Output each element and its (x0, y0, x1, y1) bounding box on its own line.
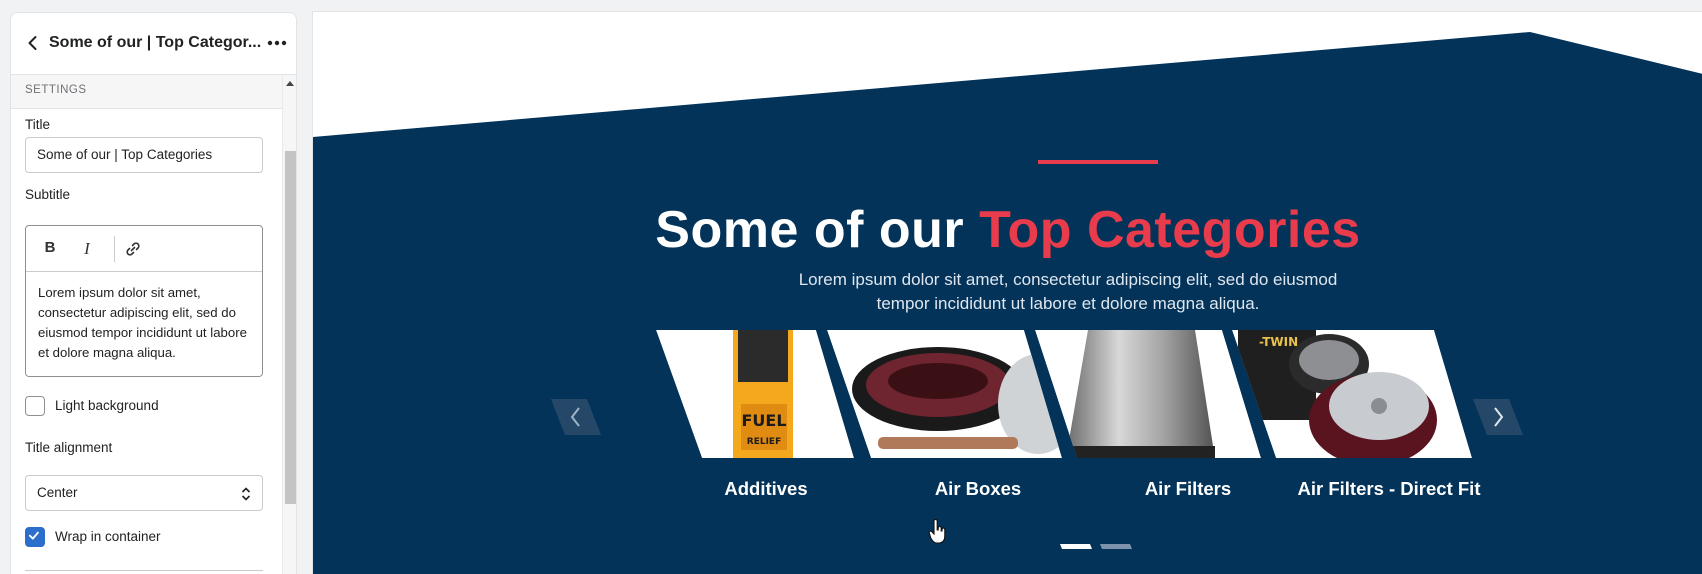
category-image-air-filters[interactable] (1035, 330, 1261, 458)
subtitle-rich-text-editor[interactable]: B I Lorem ipsum dolor sit amet, consecte… (25, 225, 263, 377)
category-label-air-boxes[interactable]: Air Boxes (883, 478, 1073, 500)
link-icon[interactable] (124, 240, 142, 258)
bold-button[interactable]: B (40, 239, 60, 259)
category-label-air-filters[interactable]: Air Filters (1093, 478, 1283, 500)
sidebar-scrollbar[interactable] (282, 75, 296, 574)
subtitle-field-label: Subtitle (25, 187, 71, 202)
category-image-air-boxes[interactable] (827, 330, 1078, 458)
pagination-dot-2[interactable] (1100, 544, 1132, 549)
checkmark-icon (28, 531, 39, 540)
settings-section-label: SETTINGS (25, 84, 87, 96)
title-alignment-value: Center (37, 485, 78, 500)
section-divider (25, 570, 263, 571)
category-label-air-filters-direct-fit[interactable]: Air Filters - Direct Fit (1284, 478, 1494, 500)
category-image-air-filters-direct-fit[interactable]: -TWIN (1232, 330, 1472, 466)
svg-text:RELIEF: RELIEF (747, 437, 781, 447)
settings-section-header: SETTINGS (11, 75, 282, 109)
toolbar-divider (114, 236, 115, 262)
title-input[interactable]: Some of our | Top Categories (25, 137, 263, 173)
italic-button[interactable]: I (77, 239, 97, 259)
carousel-next-button[interactable] (1473, 399, 1523, 435)
category-label-additives[interactable]: Additives (671, 478, 861, 500)
hand-pointer-cursor-icon (928, 519, 946, 544)
subtitle-text[interactable]: Lorem ipsum dolor sit amet, consectetur … (38, 283, 258, 363)
theme-preview: Some of our Top Categories Lorem ipsum d… (312, 11, 1702, 574)
rich-text-toolbar: B I (26, 226, 262, 272)
section-title: Some of our | Top Categor... (49, 34, 262, 51)
title-alignment-select[interactable]: Center (25, 475, 263, 511)
svg-text:-TWIN: -TWIN (1259, 335, 1298, 349)
scroll-thumb[interactable] (285, 151, 296, 504)
title-field-label: Title (25, 117, 51, 132)
select-arrows-icon (241, 487, 251, 501)
wrap-in-container-label[interactable]: Wrap in container (55, 529, 161, 544)
svg-text:FUEL: FUEL (741, 411, 786, 430)
light-background-checkbox[interactable] (25, 396, 45, 416)
light-background-label[interactable]: Light background (55, 398, 159, 413)
pagination-dot-1[interactable] (1060, 544, 1092, 549)
title-alignment-label: Title alignment (25, 440, 113, 455)
settings-sidebar: Some of our | Top Categor... SETTINGS Ti… (10, 12, 297, 574)
category-image-additives[interactable]: FUEL RELIEF (656, 312, 854, 472)
chevron-left-icon[interactable] (23, 33, 43, 53)
carousel-prev-button[interactable] (551, 399, 601, 435)
scroll-up-arrow-icon[interactable] (286, 81, 294, 86)
sidebar-header: Some of our | Top Categor... (11, 13, 296, 75)
more-options-icon[interactable] (266, 33, 288, 53)
wrap-in-container-checkbox[interactable] (25, 527, 45, 547)
